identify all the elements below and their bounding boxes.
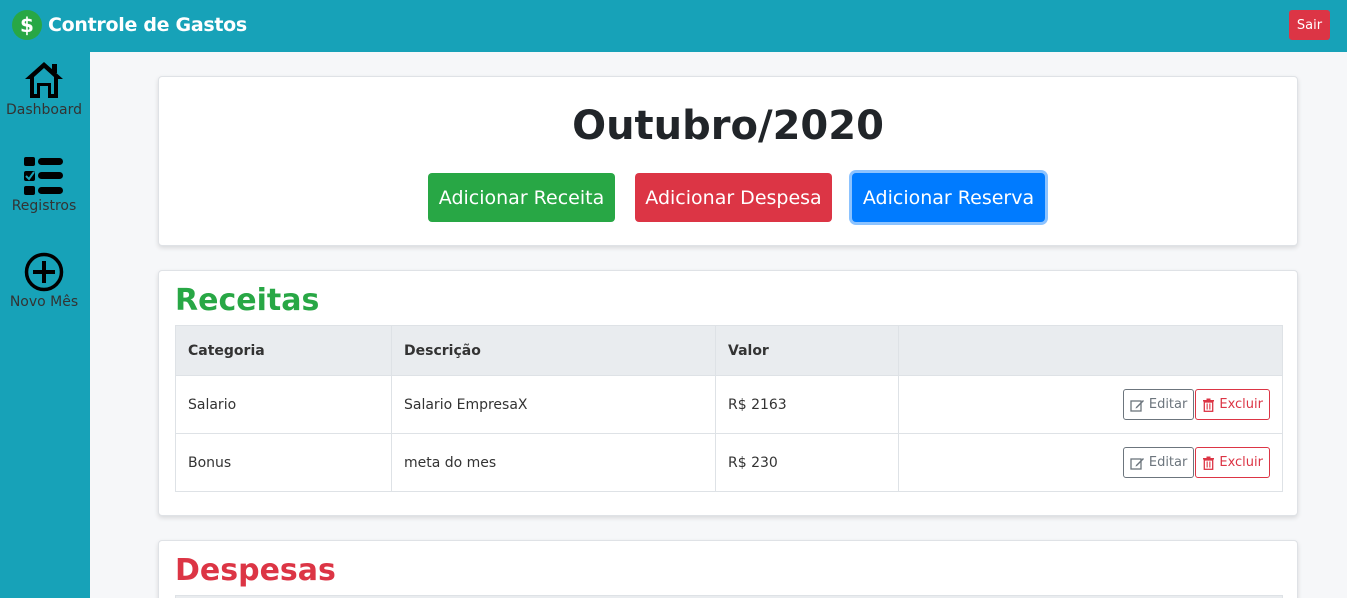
delete-button[interactable]: Excluir: [1195, 447, 1270, 478]
add-expense-button[interactable]: Adicionar Despesa: [635, 173, 832, 222]
delete-label: Excluir: [1219, 397, 1263, 412]
edit-button[interactable]: Editar: [1122, 447, 1195, 478]
brand[interactable]: $ Controle de Gastos: [12, 9, 247, 41]
sidebar: Dashboard Registros Novo Mês: [0, 52, 90, 598]
add-reserve-button[interactable]: Adicionar Reserva: [852, 173, 1045, 222]
edit-icon: [1130, 457, 1144, 470]
add-income-button[interactable]: Adicionar Receita: [428, 173, 615, 222]
column-header-valor: Valor: [715, 325, 899, 376]
table-row: Bonus meta do mes R$ 230 Editar Excluir: [175, 433, 1283, 492]
trash-icon: [1203, 398, 1215, 412]
sidebar-item-novo-mes[interactable]: Novo Mês: [0, 252, 88, 310]
cell-valor: R$ 2163: [715, 375, 899, 434]
column-header-actions: [898, 325, 1283, 376]
table-header-row: Categoria Descrição Valor: [175, 325, 1283, 376]
edit-label: Editar: [1148, 455, 1188, 470]
cell-actions: Editar Excluir: [898, 433, 1283, 492]
cell-categoria: Bonus: [175, 433, 392, 492]
receitas-title: Receitas: [175, 283, 320, 318]
app-title: Controle de Gastos: [48, 14, 247, 36]
receitas-card: Receitas Categoria Descrição Valor Salar…: [158, 270, 1298, 516]
column-header-categoria: Categoria: [175, 325, 392, 376]
home-icon: [25, 62, 63, 98]
delete-label: Excluir: [1219, 455, 1263, 470]
sidebar-item-label: Dashboard: [6, 102, 82, 118]
receitas-table: Categoria Descrição Valor Salario Salari…: [175, 325, 1283, 492]
despesas-card: Despesas: [158, 540, 1298, 598]
table-row: Salario Salario EmpresaX R$ 2163 Editar …: [175, 375, 1283, 434]
cell-valor: R$ 230: [715, 433, 899, 492]
column-header-descricao: Descrição: [391, 325, 716, 376]
cell-actions: Editar Excluir: [898, 375, 1283, 434]
trash-icon: [1203, 456, 1215, 470]
top-navbar: $ Controle de Gastos Sair: [0, 0, 1347, 52]
sidebar-item-dashboard[interactable]: Dashboard: [0, 60, 88, 118]
cell-descricao: meta do mes: [391, 433, 716, 492]
delete-button[interactable]: Excluir: [1195, 389, 1270, 420]
month-card: Outubro/2020 Adicionar Receita Adicionar…: [158, 76, 1298, 246]
dollar-logo-icon: $: [12, 10, 42, 40]
cell-categoria: Salario: [175, 375, 392, 434]
sidebar-item-registros[interactable]: Registros: [0, 156, 88, 214]
sidebar-item-label: Registros: [11, 198, 77, 214]
despesas-title: Despesas: [175, 553, 336, 588]
edit-button[interactable]: Editar: [1122, 389, 1195, 420]
logout-button[interactable]: Sair: [1289, 10, 1330, 40]
edit-label: Editar: [1148, 397, 1188, 412]
cell-descricao: Salario EmpresaX: [391, 375, 716, 434]
month-title: Outubro/2020: [572, 103, 884, 149]
plus-circle-icon: [24, 252, 64, 292]
edit-icon: [1130, 399, 1144, 412]
sidebar-item-label: Novo Mês: [9, 294, 79, 310]
task-list-icon: [24, 157, 63, 195]
